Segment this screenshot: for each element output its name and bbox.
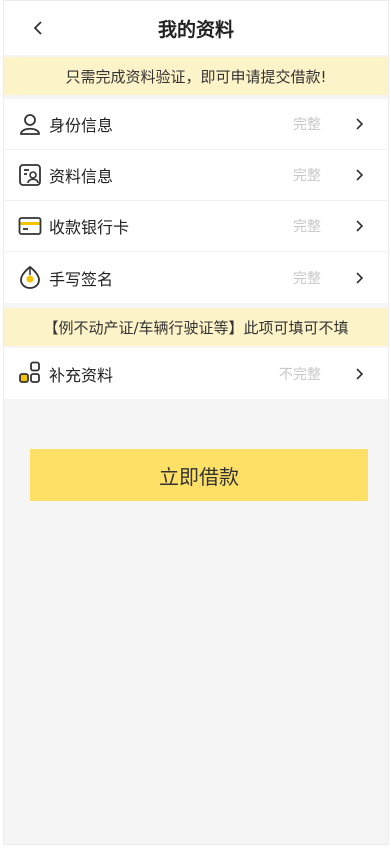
- header-bar: 我的资料: [4, 1, 388, 55]
- bank-card-icon: [17, 213, 43, 239]
- list-item-supplementary[interactable]: 补充资料 不完整: [4, 348, 388, 399]
- app-frame: 我的资料 只需完成资料验证，即可申请提交借款! 身份信息 完整 资料信息 完整 …: [3, 0, 389, 845]
- status-text: 完整: [293, 219, 321, 235]
- chevron-right-icon: [354, 167, 366, 183]
- status-text: 完整: [293, 117, 321, 133]
- status-text: 完整: [293, 168, 321, 184]
- user-icon: [17, 111, 43, 137]
- signature-pen-icon: [17, 264, 43, 290]
- status-text: 不完整: [279, 366, 321, 383]
- blocks-icon: [17, 360, 43, 386]
- chevron-right-icon: [354, 366, 366, 382]
- chevron-right-icon: [354, 270, 366, 286]
- list-item-bank-card[interactable]: 收款银行卡 完整: [4, 201, 388, 252]
- profile-card-icon: [17, 162, 43, 188]
- chevron-right-icon: [354, 116, 366, 132]
- list-item-label: 补充资料: [49, 365, 114, 385]
- extra-list: 补充资料 不完整: [4, 348, 388, 399]
- list-item-label: 身份信息: [49, 116, 114, 135]
- list-item-identity[interactable]: 身份信息 完整: [4, 99, 388, 150]
- page-title: 我的资料: [157, 18, 234, 41]
- chevron-left-icon: [33, 21, 42, 35]
- back-button[interactable]: [28, 18, 48, 38]
- chevron-right-icon: [354, 218, 366, 234]
- list-item-label: 收款银行卡: [49, 218, 130, 237]
- optional-notice: 【例不动产证/车辆行驶证等】此项可填可不填: [4, 308, 388, 346]
- profile-list: 身份信息 完整 资料信息 完整 收款银行卡 完整 手写签名 完整: [4, 99, 388, 303]
- status-text: 完整: [293, 270, 321, 287]
- verification-notice: 只需完成资料验证，即可申请提交借款!: [4, 57, 388, 95]
- list-item-signature[interactable]: 手写签名 完整: [4, 252, 388, 303]
- list-item-profile-info[interactable]: 资料信息 完整: [4, 150, 388, 201]
- list-item-label: 手写签名: [49, 269, 114, 289]
- apply-loan-button[interactable]: 立即借款: [30, 449, 368, 501]
- list-item-label: 资料信息: [49, 167, 114, 186]
